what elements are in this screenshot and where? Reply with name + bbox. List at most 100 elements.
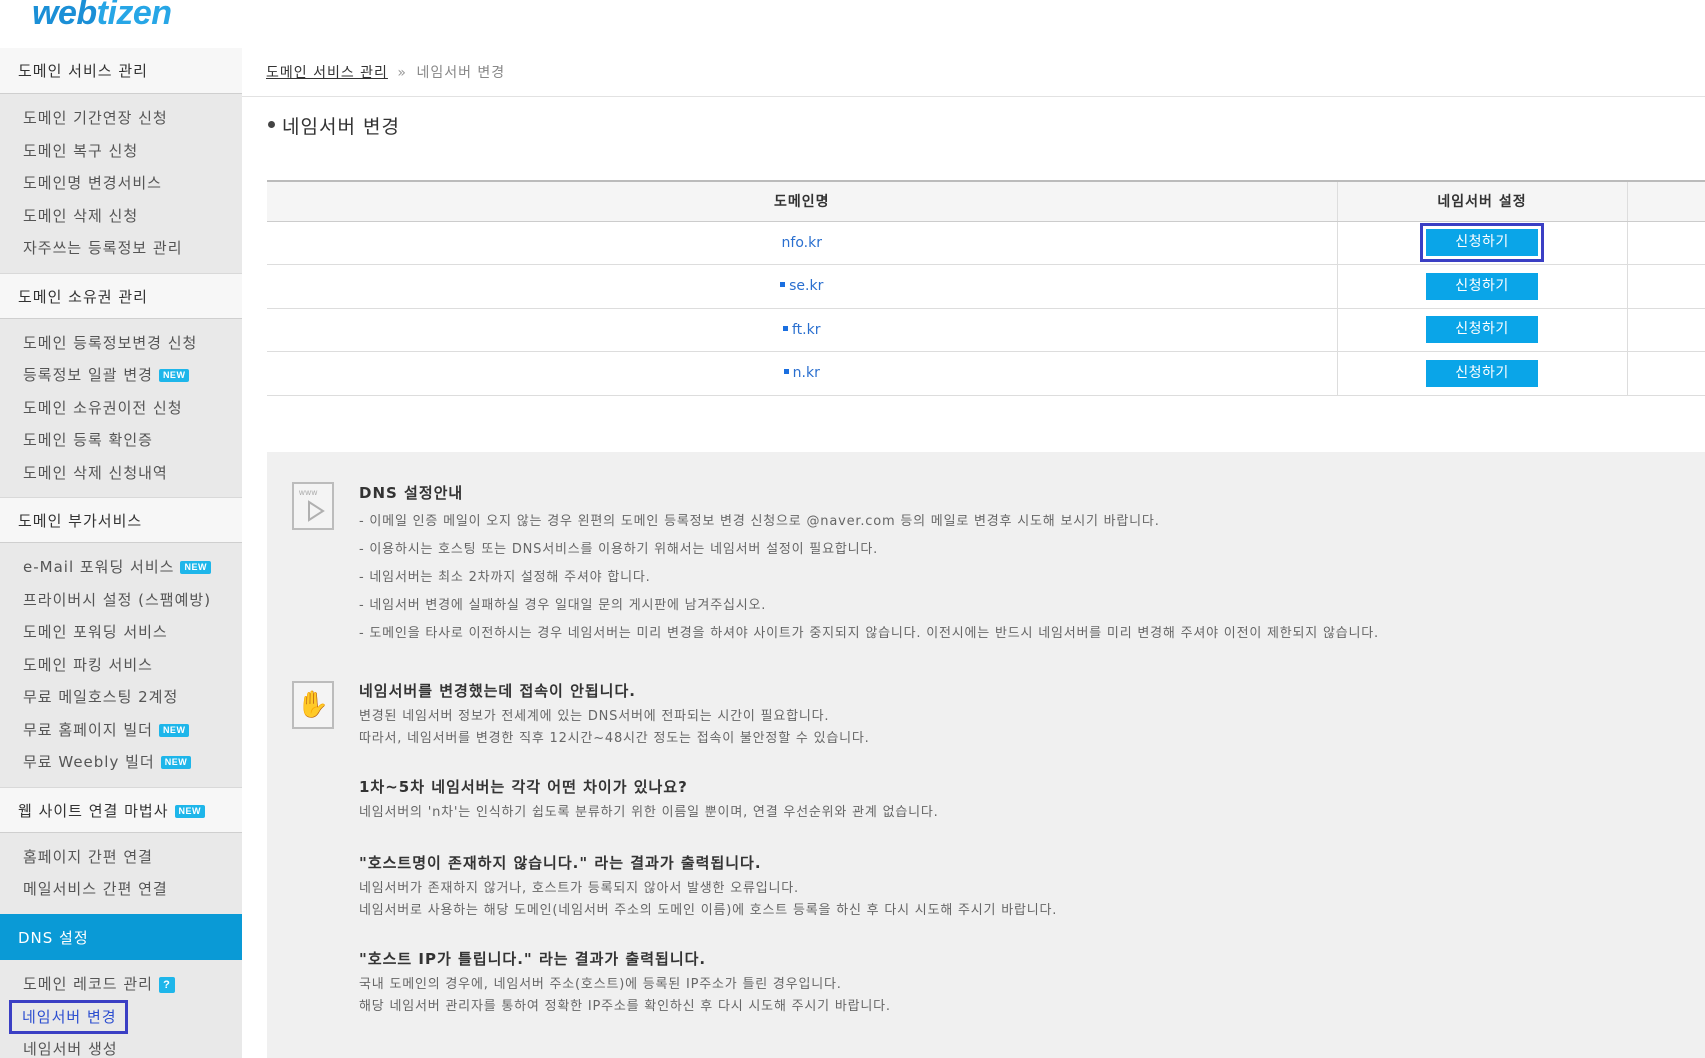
sidebar-section-domain-service[interactable]: 도메인 서비스 관리: [0, 48, 242, 94]
header: webtizen: [0, 0, 1705, 48]
faq-title: "호스트명이 존재하지 않습니다." 라는 결과가 출력됩니다.: [359, 854, 762, 872]
nameserver-cell: 신청하기: [1337, 351, 1628, 396]
faq-line: 변경된 네임서버 정보가 전세계에 있는 DNS서버에 전파되는 시간이 필요합…: [359, 709, 830, 724]
domain-cell: se.kr: [267, 264, 1338, 309]
nameserver-cell: 신청하기: [1337, 221, 1628, 265]
dns-guide-line: - 네임서버 변경에 실패하실 경우 일대일 문의 게시판에 남겨주십시오.: [359, 598, 767, 613]
extra-cell: [1627, 221, 1705, 265]
new-badge: NEW: [174, 804, 206, 818]
domain-name: n.kr: [792, 365, 820, 382]
table-row: se.kr 신청하기: [267, 264, 1705, 309]
faq-title: 네임서버를 변경했는데 접속이 안됩니다.: [359, 682, 636, 700]
new-badge: NEW: [158, 723, 190, 737]
new-badge: NEW: [180, 561, 211, 574]
sidebar-item-parking[interactable]: 도메인 파킹 서비스: [0, 649, 242, 682]
dns-guide-block: DNS 설정안내 - 이메일 인증 메일이 오지 않는 경우 왼편의 도메인 등…: [359, 482, 1379, 646]
play-icon: [308, 500, 325, 522]
dns-guide-line: - 이용하시는 호스팅 또는 DNS서비스를 이용하기 위해서는 네임서버 설정…: [359, 542, 879, 557]
domain-mark-icon: [783, 325, 788, 331]
sidebar-item-mail-hosting[interactable]: 무료 메일호스팅 2계정: [0, 681, 242, 714]
domain-cell: nfo.kr: [267, 221, 1338, 265]
dns-guide-line: - 네임서버는 최소 2차까지 설정해 주셔야 합니다.: [359, 570, 651, 585]
sidebar-item-homepage-connect[interactable]: 홈페이지 간편 연결: [0, 841, 242, 874]
extra-cell: [1627, 264, 1705, 309]
sidebar-section-addon[interactable]: 도메인 부가서비스: [0, 497, 242, 543]
faq-line: 네임서버가 존재하지 않거나, 호스트가 등록되지 않아서 발생한 오류입니다.: [359, 881, 799, 896]
domain-name: se.kr: [789, 278, 824, 295]
highlight-box: 신청하기: [1420, 223, 1544, 263]
faq-block: 네임서버를 변경했는데 접속이 안됩니다. 변경된 네임서버 정보가 전세계에 …: [359, 680, 1057, 1018]
sidebar-item-homepage-builder[interactable]: 무료 홈페이지 빌더 NEW: [0, 714, 242, 747]
sidebar-item-domain-forwarding[interactable]: 도메인 포워딩 서비스: [0, 616, 242, 649]
dns-guide-line: - 도메인을 타사로 이전하시는 경우 네임서버는 미리 변경을 하셔야 사이트…: [359, 626, 1379, 641]
apply-button[interactable]: 신청하기: [1426, 229, 1538, 257]
main-content: 도메인 서비스 관리 » 네임서버 변경 네임서버 변경 도메인명 네임서버 설…: [242, 48, 1705, 1058]
sidebar-item-restore[interactable]: 도메인 복구 신청: [0, 135, 242, 168]
sidebar-item-nameserver-create[interactable]: 네임서버 생성: [0, 1033, 242, 1058]
domain-name: ft.kr: [792, 321, 821, 338]
sidebar-item-email-forwarding[interactable]: e-Mail 포워딩 서비스 NEW: [0, 551, 242, 584]
extra-cell: [1627, 308, 1705, 352]
sidebar-section-ownership[interactable]: 도메인 소유권 관리: [0, 272, 242, 319]
column-header-extra: [1627, 180, 1705, 222]
webtizen-logo[interactable]: webtizen: [32, 0, 172, 33]
breadcrumb: 도메인 서비스 관리 » 네임서버 변경: [266, 62, 505, 82]
apply-button[interactable]: 신청하기: [1426, 272, 1538, 300]
sidebar-item-record-management[interactable]: 도메인 레코드 관리?: [0, 968, 242, 1001]
guide-panel: www DNS 설정안내 - 이메일 인증 메일이 오지 않는 경우 왼편의 도…: [267, 452, 1705, 1058]
table-row: ft.kr 신청하기: [267, 308, 1705, 352]
sidebar-item-renewal[interactable]: 도메인 기간연장 신청: [0, 102, 242, 135]
dns-guide-title: DNS 설정안내: [359, 484, 464, 502]
column-header-nameserver: 네임서버 설정: [1337, 180, 1628, 222]
web-document-icon: www: [292, 482, 334, 530]
breadcrumb-separator: »: [397, 65, 407, 81]
sidebar-item-name-change[interactable]: 도메인명 변경서비스: [0, 167, 242, 200]
domain-mark-icon: [783, 369, 789, 375]
sidebar-item-privacy[interactable]: 프라이버시 설정 (스팸예방): [0, 584, 242, 617]
sidebar-section-items: 도메인 기간연장 신청 도메인 복구 신청 도메인명 변경서비스 도메인 삭제 …: [0, 94, 242, 273]
breadcrumb-current: 네임서버 변경: [416, 65, 506, 81]
help-icon[interactable]: ?: [158, 976, 175, 993]
faq-title: 1차~5차 네임서버는 각각 어떤 차이가 있나요?: [359, 778, 688, 796]
sidebar-item-weebly-builder[interactable]: 무료 Weebly 빌더 NEW: [0, 746, 242, 779]
sidebar-item-certificate[interactable]: 도메인 등록 확인증: [0, 424, 242, 457]
bullet-icon: [268, 121, 275, 128]
sidebar-item-mail-connect[interactable]: 메일서비스 간편 연결: [0, 873, 242, 906]
apply-button[interactable]: 신청하기: [1426, 359, 1538, 387]
faq-line: 해당 네임서버 관리자를 통하여 정확한 IP주소를 확인하신 후 다시 시도해…: [359, 999, 891, 1014]
faq-line: 따라서, 네임서버를 변경한 직후 12시간~48시간 정도는 접속이 불안정할…: [359, 731, 870, 746]
sidebar-item-frequent-info[interactable]: 자주쓰는 등록정보 관리: [0, 232, 242, 265]
page-title: 네임서버 변경: [268, 112, 400, 139]
breadcrumb-parent-link[interactable]: 도메인 서비스 관리: [266, 65, 388, 81]
faq-line: 네임서버로 사용하는 해당 도메인(네임서버 주소의 도메인 이름)에 호스트 …: [359, 903, 1058, 918]
sidebar-section-items: 홈페이지 간편 연결 메일서비스 간편 연결: [0, 833, 242, 914]
sidebar-section-dns[interactable]: DNS 설정: [0, 913, 242, 960]
sidebar-item-nameserver-change[interactable]: 네임서버 변경: [0, 1000, 242, 1034]
new-badge: NEW: [158, 369, 190, 382]
faq-line: 네임서버의 'n차'는 인식하기 쉽도록 분류하기 위한 이름일 뿐이며, 연결…: [359, 805, 939, 820]
domain-cell: ft.kr: [267, 308, 1338, 352]
sidebar-item-delete-history[interactable]: 도메인 삭제 신청내역: [0, 457, 242, 490]
column-header-domain: 도메인명: [267, 180, 1338, 222]
sidebar: 도메인 서비스 관리 도메인 기간연장 신청 도메인 복구 신청 도메인명 변경…: [0, 48, 242, 1058]
sidebar-item-delete[interactable]: 도메인 삭제 신청: [0, 200, 242, 233]
nameserver-cell: 신청하기: [1337, 308, 1628, 352]
domain-name: nfo.kr: [781, 234, 822, 251]
sidebar-item-bulk-change[interactable]: 등록정보 일괄 변경 NEW: [0, 359, 242, 392]
domain-mark-icon: [780, 282, 786, 288]
faq-line: 국내 도메인의 경우에, 네임서버 주소(호스트)에 등록된 IP주소가 틀린 …: [359, 977, 842, 992]
table-row: nfo.kr 신청하기: [267, 221, 1705, 265]
new-badge: NEW: [160, 756, 192, 769]
sidebar-section-site-wizard[interactable]: 웹 사이트 연결 마법사 NEW: [0, 786, 242, 833]
table-row: n.kr 신청하기: [267, 351, 1705, 396]
divider: [242, 96, 1705, 97]
extra-cell: [1627, 351, 1705, 396]
sidebar-section-items: 도메인 레코드 관리? 네임서버 변경 네임서버 생성: [0, 960, 242, 1058]
nameserver-cell: 신청하기: [1337, 264, 1628, 309]
sidebar-item-ownership-transfer[interactable]: 도메인 소유권이전 신청: [0, 392, 242, 425]
sidebar-item-registration-change[interactable]: 도메인 등록정보변경 신청: [0, 327, 242, 360]
apply-button[interactable]: 신청하기: [1426, 316, 1538, 344]
hand-icon: ✋: [292, 681, 334, 729]
domain-table: 도메인명 네임서버 설정 nfo.kr 신청하기 se.kr 신청하기 ft.k…: [267, 180, 1705, 396]
dns-guide-line: - 이메일 인증 메일이 오지 않는 경우 왼편의 도메인 등록정보 변경 신청…: [359, 514, 1160, 529]
